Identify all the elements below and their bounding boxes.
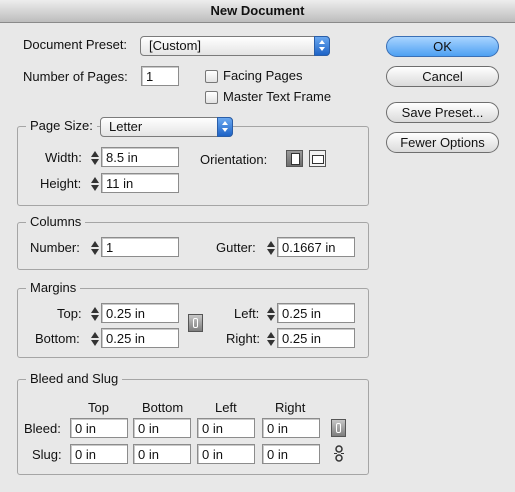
page-size-select[interactable]: Letter [100,117,233,137]
popup-arrows-icon [217,117,233,137]
gutter-input[interactable]: 0.1667 in [277,237,355,257]
ok-button[interactable]: OK [386,36,499,57]
bleed-left-input[interactable]: 0 in [197,418,255,438]
margins-title: Margins [26,280,81,295]
width-input[interactable]: 8.5 in [101,147,179,167]
slug-left-input[interactable]: 0 in [197,444,255,464]
slug-label: Slug: [32,447,62,462]
bleed-label: Bleed: [24,421,61,436]
bleed-slug-title: Bleed and Slug [26,371,123,386]
portrait-orientation-icon[interactable] [286,150,303,167]
margin-bottom-stepper-icon[interactable] [91,330,100,348]
page-size-value: Letter [109,119,143,134]
gutter-label: Gutter: [216,240,256,255]
popup-arrows-icon [314,36,330,56]
bleed-header-left: Left [215,400,237,415]
cancel-button[interactable]: Cancel [386,66,499,87]
height-label: Height: [40,176,82,191]
slug-right-input[interactable]: 0 in [262,444,320,464]
slug-top-input[interactable]: 0 in [70,444,128,464]
margin-right-stepper-icon[interactable] [267,330,276,348]
bleed-right-input[interactable]: 0 in [262,418,320,438]
bleed-top-input[interactable]: 0 in [70,418,128,438]
margin-bottom-input[interactable]: 0.25 in [101,328,179,348]
margin-left-label: Left: [234,306,260,321]
bleed-bottom-input[interactable]: 0 in [133,418,191,438]
columns-number-stepper-icon[interactable] [91,239,100,257]
bleed-header-bottom: Bottom [142,400,184,415]
master-text-frame-label: Master Text Frame [223,89,332,104]
gutter-stepper-icon[interactable] [267,239,276,257]
facing-pages-label: Facing Pages [223,68,303,83]
margin-top-label: Top: [57,306,82,321]
facing-pages-checkbox[interactable] [205,70,218,83]
fewer-options-button[interactable]: Fewer Options [386,132,499,153]
document-preset-value: [Custom] [149,38,202,53]
height-input[interactable]: 11 in [101,173,179,193]
margin-top-input[interactable]: 0.25 in [101,303,179,323]
width-label: Width: [45,150,82,165]
columns-number-input[interactable]: 1 [101,237,179,257]
margin-top-stepper-icon[interactable] [91,305,100,323]
number-of-pages-input[interactable]: 1 [141,66,179,86]
landscape-orientation-icon[interactable] [309,150,326,167]
margin-left-input[interactable]: 0.25 in [277,303,355,323]
margin-left-stepper-icon[interactable] [267,305,276,323]
save-preset-button[interactable]: Save Preset... [386,102,499,123]
margin-right-label: Right: [226,331,260,346]
document-preset-label: Document Preset: [23,37,128,52]
margin-right-input[interactable]: 0.25 in [277,328,355,348]
columns-number-label: Number: [30,240,80,255]
bleed-link-icon[interactable] [331,419,346,437]
bleed-header-right: Right [275,400,306,415]
margin-bottom-label: Bottom: [35,331,80,346]
orientation-label: Orientation: [200,152,268,167]
bleed-header-top: Top [88,400,109,415]
window-title: New Document [0,0,515,23]
slug-chain-broken-icon[interactable] [333,445,345,462]
master-text-frame-checkbox[interactable] [205,91,218,104]
slug-bottom-input[interactable]: 0 in [133,444,191,464]
width-stepper-icon[interactable] [91,149,100,167]
height-stepper-icon[interactable] [91,175,100,193]
columns-title: Columns [26,214,86,229]
number-of-pages-label: Number of Pages: [23,69,128,84]
margins-link-icon[interactable] [188,314,203,332]
page-size-label: Page Size: [26,118,97,133]
document-preset-select[interactable]: [Custom] [140,36,330,56]
